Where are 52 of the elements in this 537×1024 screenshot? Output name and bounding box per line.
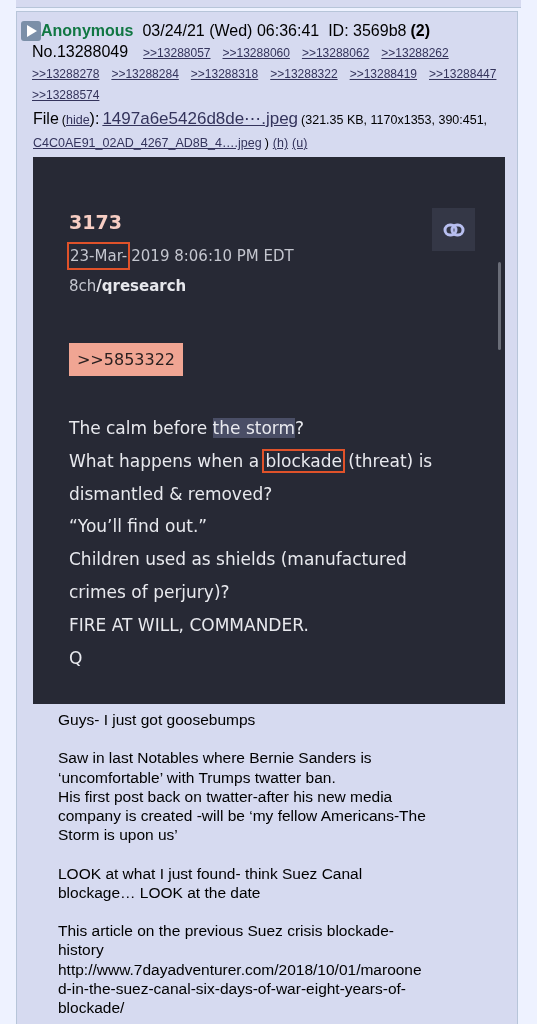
reply-link[interactable]: >>13288057 bbox=[143, 43, 211, 64]
post-text: The calm before bbox=[69, 418, 209, 438]
file-link[interactable]: (u) bbox=[292, 136, 308, 150]
post-text: blockade bbox=[264, 450, 343, 471]
file-link[interactable]: (h) bbox=[272, 136, 289, 150]
post-text: ? bbox=[295, 418, 305, 438]
post-text: (threat) is bbox=[347, 450, 433, 471]
quote-link[interactable]: >>5853322 bbox=[69, 343, 183, 376]
post-paragraph: This article on the previous Suez crisis blockade- history http://www.7dayadventurer.com/2018/10/01/maroone d-in-the-suez-canal-six-days-of-war-eight-years-of- blockade/ bbox=[58, 921, 423, 1018]
post-paragraph: Guys- I just got goosebumps bbox=[58, 710, 257, 730]
post-date: 2019 8:06:10 PM EDT bbox=[130, 246, 294, 267]
post-count: (2) bbox=[410, 21, 430, 41]
poster-id: ID: 3569b8 bbox=[328, 21, 407, 41]
reply-link[interactable]: >>13288278 bbox=[32, 64, 100, 85]
file-info-text: ) bbox=[264, 136, 269, 150]
filename-link[interactable]: 1497a6e5426d8de⋯.jpeg bbox=[102, 109, 299, 128]
post-text: “You’ll find out.” bbox=[69, 516, 208, 537]
post-image[interactable] bbox=[33, 157, 505, 704]
file-label-text: File bbox=[33, 110, 59, 127]
link-button[interactable] bbox=[432, 208, 475, 251]
file-info-text: ( bbox=[61, 113, 66, 127]
post-paragraph: LOOK at what I just found- think Suez Canal blockage… LOOK at the date bbox=[58, 863, 364, 902]
post-text: dismantled & removed? bbox=[69, 483, 273, 504]
file-link[interactable]: hide bbox=[65, 113, 90, 127]
post-text: FIRE AT WILL, COMMANDER. bbox=[69, 614, 309, 635]
expand-icon[interactable] bbox=[21, 21, 41, 41]
post-date: 23-Mar- bbox=[69, 244, 129, 268]
post-title: 3173 bbox=[69, 210, 122, 235]
reply-link[interactable]: >>13288060 bbox=[222, 43, 290, 64]
file-link[interactable]: C4C0AE91_02AD_4267_AD8B_4….jpeg bbox=[33, 136, 262, 150]
post-text: What happens when a bbox=[69, 450, 261, 471]
post-number[interactable]: No.13288049 bbox=[32, 41, 129, 62]
link-icon bbox=[442, 222, 465, 237]
scrollbar[interactable] bbox=[498, 262, 501, 350]
reply-link[interactable]: >>13288062 bbox=[301, 43, 370, 64]
file-info-text: (321.35 KB, 1170x1353, 390:451, bbox=[301, 113, 488, 127]
reply-link[interactable]: >>13288419 bbox=[349, 64, 418, 85]
post-text: Q bbox=[69, 647, 83, 668]
reply-link[interactable]: >>13288447 bbox=[429, 64, 497, 85]
reply-link[interactable]: >>13288284 bbox=[111, 64, 179, 85]
post-datetime: 03/24/21 (Wed) 06:36:41 bbox=[142, 21, 320, 41]
reply-link[interactable]: >>13288262 bbox=[381, 43, 449, 64]
post-text: Children used as shields (manufactured bbox=[69, 549, 407, 570]
post-text: crimes of perjury)? bbox=[69, 582, 230, 602]
source-board: 8ch/qresearch bbox=[69, 276, 188, 296]
reply-link[interactable]: >>13288318 bbox=[190, 64, 259, 85]
post-text: the storm bbox=[212, 418, 296, 438]
reply-link[interactable]: >>13288574 bbox=[32, 85, 100, 106]
post-paragraph: Saw in last Notables where Bernie Sanders is ‘uncomfortable’ with Trumps twatter ban. His first post back on twatter-after his new media company is created -will be ‘my fellow Americans-The Storm is upon us’ bbox=[58, 748, 427, 845]
poster-name: Anonymous bbox=[41, 21, 134, 41]
reply-link[interactable]: >>13288322 bbox=[270, 64, 338, 85]
file-label-text: ): bbox=[89, 110, 100, 127]
